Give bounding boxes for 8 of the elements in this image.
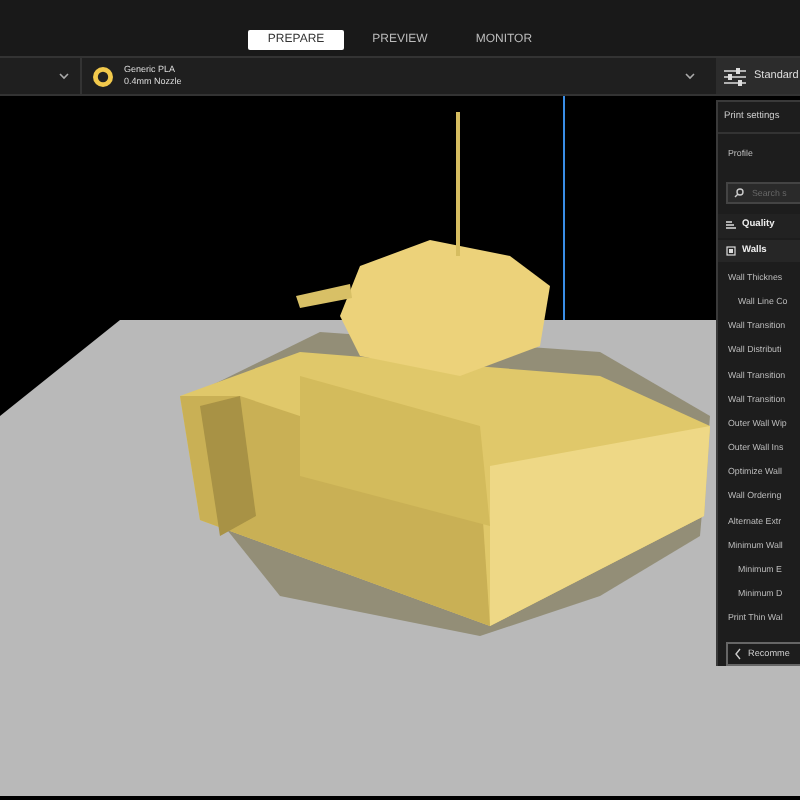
layers-icon <box>726 220 736 231</box>
extruder-icon <box>92 65 114 87</box>
search-icon <box>734 188 744 199</box>
wall-icon <box>726 245 736 256</box>
chevron-down-icon[interactable] <box>684 72 696 80</box>
chevron-down-icon[interactable] <box>58 72 70 80</box>
sliders-icon <box>724 67 746 85</box>
chevron-left-icon <box>734 648 742 660</box>
